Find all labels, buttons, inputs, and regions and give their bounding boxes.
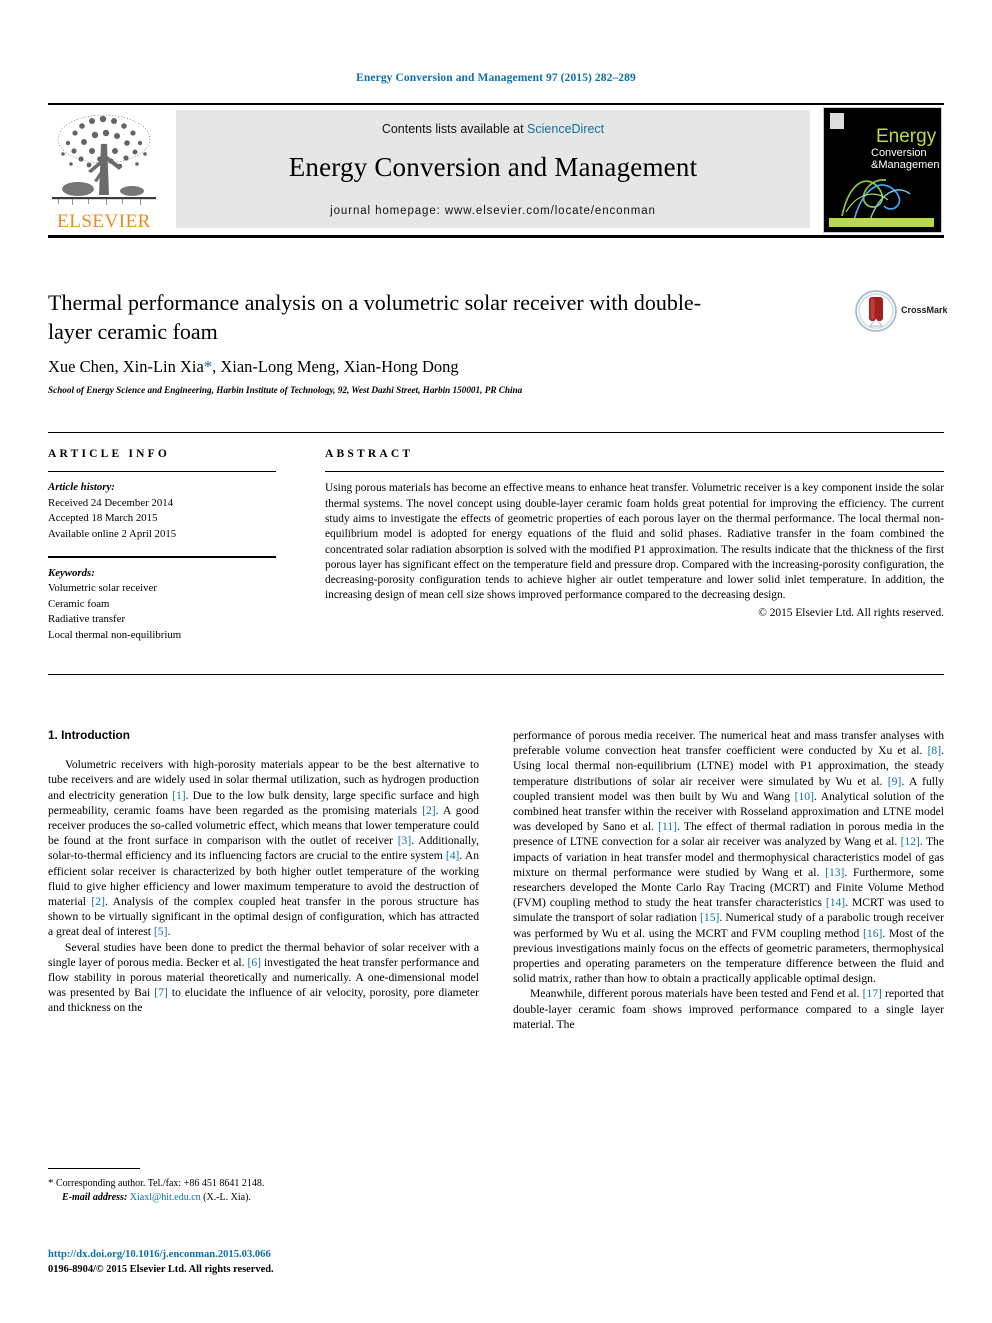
elsevier-tree-icon <box>52 114 156 205</box>
elsevier-logo: ELSEVIER <box>48 109 160 233</box>
footnote-rule <box>48 1168 140 1170</box>
paragraph: performance of porous media receiver. Th… <box>513 728 944 986</box>
keyword-item: Radiative transfer <box>48 613 126 626</box>
paper-page: Energy Conversion and Management 97 (201… <box>0 0 992 1323</box>
crossmark-icon[interactable] <box>855 290 897 332</box>
footer-block: http://dx.doi.org/10.1016/j.enconman.201… <box>48 1248 508 1277</box>
article-history-label: Article history: <box>48 481 115 494</box>
running-head: Energy Conversion and Management 97 (201… <box>356 72 636 84</box>
paragraph: Meanwhile, different porous materials ha… <box>513 986 944 1032</box>
contents-available-line: Contents lists available at ScienceDirec… <box>176 122 810 136</box>
footnote-corresponding-text: Corresponding author. Tel./fax: +86 451 … <box>56 1178 265 1189</box>
keyword-item: Local thermal non-equilibrium <box>48 628 182 641</box>
paragraph-text: Volumetric receivers with high-porosity … <box>48 758 479 939</box>
elsevier-wordmark: ELSEVIER <box>57 211 151 232</box>
abstract-body: Using porous materials has become an eff… <box>325 482 944 602</box>
keyword-item: Ceramic foam <box>48 597 110 610</box>
svg-text:Conversion: Conversion <box>871 147 927 159</box>
page-title: Thermal performance analysis on a volume… <box>48 290 702 344</box>
article-history-accepted: Accepted 18 March 2015 <box>48 512 158 525</box>
body-column-right: performance of porous media receiver. Th… <box>513 728 944 1032</box>
section-heading-introduction: 1. Introduction <box>48 728 130 742</box>
journal-cover-thumbnail: Energy Conversion &Management <box>823 107 942 233</box>
crossmark-label: CrossMark <box>901 305 948 315</box>
article-info-column: ARTICLE INFO Article history: Received 2… <box>48 448 300 643</box>
email-link[interactable]: Xiaxl@hit.edu.cn <box>130 1192 201 1203</box>
contents-prefix: Contents lists available at <box>381 122 528 136</box>
email-label: E-mail address: <box>62 1192 128 1203</box>
body-column-left: 1. Introduction Volumetric receivers wit… <box>48 728 479 1016</box>
abstract-heading: ABSTRACT <box>325 448 414 460</box>
paragraph: Volumetric receivers with high-porosity … <box>48 757 479 939</box>
abstract-divider <box>325 471 944 473</box>
affiliation: School of Energy Science and Engineering… <box>48 385 523 395</box>
cover-artwork: Energy Conversion &Management <box>824 108 941 230</box>
journal-title: Energy Conversion and Management <box>288 152 698 182</box>
keywords-label: Keywords: <box>48 566 95 579</box>
paragraph-text: Several studies have been done to predic… <box>48 940 479 1015</box>
doi-link[interactable]: http://dx.doi.org/10.1016/j.enconman.201… <box>48 1248 508 1263</box>
crossmark-badge-group[interactable]: CrossMark <box>855 290 948 336</box>
journal-masthead: ELSEVIER Contents lists available at Sci… <box>48 103 944 238</box>
svg-text:&Management: &Management <box>871 159 939 171</box>
issn-copyright-line: 0196-8904/© 2015 Elsevier Ltd. All right… <box>48 1263 274 1275</box>
keyword-item: Volumetric solar receiver <box>48 582 157 595</box>
abstract-top-rule <box>48 432 944 433</box>
footnote-email-line: E-mail address: Xiaxl@hit.edu.cn (X.-L. … <box>48 1191 479 1205</box>
abstract-column: ABSTRACT Using porous materials has beco… <box>325 448 944 621</box>
journal-banner: Contents lists available at ScienceDirec… <box>176 110 810 228</box>
article-history-online: Available online 2 April 2015 <box>48 527 177 540</box>
email-suffix: (X.-L. Xia). <box>203 1192 251 1203</box>
article-info-divider-2 <box>48 556 276 558</box>
authors-first: Xue Chen, Xin-Lin Xia <box>48 357 204 376</box>
paragraph-text: Meanwhile, different porous materials ha… <box>513 987 945 1031</box>
article-history-received: Received 24 December 2014 <box>48 496 174 509</box>
corresponding-author-marker: * <box>203 357 213 376</box>
sciencedirect-link[interactable]: ScienceDirect <box>527 122 604 136</box>
svg-text:Energy: Energy <box>876 126 937 147</box>
paragraph-text: performance of porous media receiver. Th… <box>513 729 944 986</box>
masthead-bottom-rule <box>48 235 944 238</box>
masthead-top-rule <box>48 103 944 105</box>
paragraph: Several studies have been done to predic… <box>48 940 479 1016</box>
footnote-block: * Corresponding author. Tel./fax: +86 45… <box>48 1176 479 1205</box>
journal-homepage-line[interactable]: journal homepage: www.elsevier.com/locat… <box>176 205 810 217</box>
footnote-corresponding-line: * Corresponding author. Tel./fax: +86 45… <box>48 1176 479 1191</box>
abstract-copyright: © 2015 Elsevier Ltd. All rights reserved… <box>758 606 944 619</box>
authors-rest: , Xian-Long Meng, Xian-Hong Dong <box>212 357 459 376</box>
footnote-marker: * <box>48 1177 54 1189</box>
article-info-heading: ARTICLE INFO <box>48 448 171 460</box>
abstract-bottom-rule <box>48 674 944 675</box>
article-info-divider-1 <box>48 471 276 473</box>
author-list: Xue Chen, Xin-Lin Xia*, Xian-Long Meng, … <box>48 357 808 377</box>
